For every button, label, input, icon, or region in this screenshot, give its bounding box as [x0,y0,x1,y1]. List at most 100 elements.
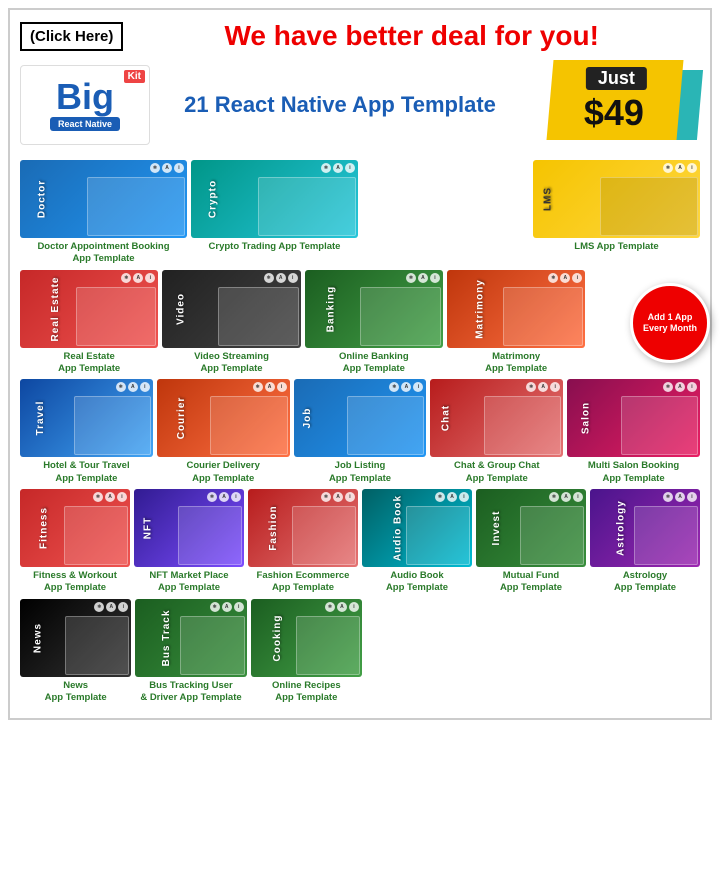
app-title-lms: LMS App Template [574,241,658,253]
app-salon[interactable]: Salon ⚛Ai Multi Salon BookingApp Templat… [567,379,700,485]
app-realestate[interactable]: Real Estate ⚛Ai Real EstateApp Template [20,270,158,376]
app-title-fitness: Fitness & WorkoutApp Template [33,570,117,595]
app-label-chat: Chat [441,405,452,431]
thumb-bg-chat: Chat ⚛Ai [430,379,563,457]
app-title-video: Video StreamingApp Template [194,351,269,376]
app-title-courier: Courier DeliveryApp Template [186,460,259,485]
app-nft[interactable]: NFT ⚛Ai NFT Market PlaceApp Template [134,489,244,595]
app-thumb-travel: Travel ⚛Ai [20,379,153,457]
app-title-bustrack: Bus Tracking User& Driver App Template [140,680,241,705]
thumb-bg-astrology: Astrology ⚛Ai [590,489,700,567]
app-label-lms: LMS [543,187,554,211]
app-thumb-courier: Courier ⚛Ai [157,379,290,457]
app-matrimony[interactable]: Matrimony ⚛Ai MatrimonyApp Template [447,270,585,376]
app-thumb-news: News ⚛Ai [20,599,131,677]
header-row: (Click Here) We have better deal for you… [20,20,700,52]
promo-row: Kit Big React Native 21 React Native App… [20,60,700,150]
thumb-bg-cooking: Cooking ⚛Ai [251,599,362,677]
app-thumb-video: Video ⚛Ai [162,270,300,348]
app-banking[interactable]: Banking ⚛Ai Online BankingApp Template [305,270,443,376]
app-thumb-realestate: Real Estate ⚛Ai [20,270,158,348]
app-doctor[interactable]: Doctor ⚛Ai Doctor Appointment BookingApp… [20,160,187,266]
app-label-invest: Invest [491,511,502,546]
app-courier[interactable]: Courier ⚛Ai Courier DeliveryApp Template [157,379,290,485]
app-lms[interactable]: LMS ⚛Ai LMS App Template [533,160,700,253]
app-thumb-job: Job ⚛Ai [294,379,427,457]
app-job[interactable]: Job ⚛Ai Job ListingApp Template [294,379,427,485]
app-thumb-invest: Invest ⚛Ai [476,489,586,567]
app-cooking[interactable]: Cooking ⚛Ai Online RecipesApp Template [251,599,362,705]
thumb-bg-salon: Salon ⚛Ai [567,379,700,457]
app-thumb-matrimony: Matrimony ⚛Ai [447,270,585,348]
thumb-bg-travel: Travel ⚛Ai [20,379,153,457]
thumb-bg-matrimony: Matrimony ⚛Ai [447,270,585,348]
app-title-doctor: Doctor Appointment BookingApp Template [37,241,169,266]
app-thumb-crypto: Crypto ⚛Ai [191,160,358,238]
app-chat[interactable]: Chat ⚛Ai Chat & Group ChatApp Template [430,379,563,485]
app-invest[interactable]: Invest ⚛Ai Mutual FundApp Template [476,489,586,595]
app-label-video: Video [176,293,187,325]
thumb-bg-doctor: Doctor ⚛Ai [20,160,187,238]
app-news[interactable]: News ⚛Ai NewsApp Template [20,599,131,705]
app-fitness[interactable]: Fitness ⚛Ai Fitness & WorkoutApp Templat… [20,489,130,595]
app-video[interactable]: Video ⚛Ai Video StreamingApp Template [162,270,300,376]
app-thumb-salon: Salon ⚛Ai [567,379,700,457]
thumb-bg-courier: Courier ⚛Ai [157,379,290,457]
app-travel[interactable]: Travel ⚛Ai Hotel & Tour TravelApp Templa… [20,379,153,485]
thumb-bg-crypto: Crypto ⚛Ai [191,160,358,238]
app-label-job: Job [301,408,312,429]
click-here-label[interactable]: (Click Here) [20,22,123,51]
thumb-bg-news: News ⚛Ai [20,599,131,677]
app-thumb-fitness: Fitness ⚛Ai [20,489,130,567]
bigkit-logo: Kit Big React Native [20,65,150,145]
app-title-audiobook: Audio BookApp Template [386,570,448,595]
app-title-invest: Mutual FundApp Template [500,570,562,595]
app-label-doctor: Doctor [37,180,48,218]
app-label-nft: NFT [143,517,154,539]
app-title-travel: Hotel & Tour TravelApp Template [43,460,129,485]
app-title-job: Job ListingApp Template [329,460,391,485]
app-title-banking: Online BankingApp Template [339,351,409,376]
app-label-fashion: Fashion [268,505,279,550]
thumb-bg-audiobook: Audio Book ⚛Ai [362,489,472,567]
app-audiobook[interactable]: Audio Book ⚛Ai Audio BookApp Template [362,489,472,595]
app-thumb-doctor: Doctor ⚛Ai [20,160,187,238]
app-title-nft: NFT Market PlaceApp Template [149,570,228,595]
app-title-news: NewsApp Template [45,680,107,705]
app-label-news: News [33,623,44,653]
app-title-salon: Multi Salon BookingApp Template [588,460,679,485]
app-label-astrology: Astrology [615,500,626,556]
template-count: 21 React Native App Template [150,92,530,118]
app-crypto[interactable]: Crypto ⚛Ai Crypto Trading App Template [191,160,358,253]
app-bustrack[interactable]: Bus Track ⚛Ai Bus Tracking User& Driver … [135,599,246,705]
app-title-astrology: AstrologyApp Template [614,570,676,595]
app-thumb-audiobook: Audio Book ⚛Ai [362,489,472,567]
app-label-crypto: Crypto [208,180,219,218]
app-label-banking: Banking [325,285,336,331]
app-thumb-bustrack: Bus Track ⚛Ai [135,599,246,677]
thumb-bg-lms: LMS ⚛Ai [533,160,700,238]
app-astrology[interactable]: Astrology ⚛Ai AstrologyApp Template [590,489,700,595]
thumb-bg-realestate: Real Estate ⚛Ai [20,270,158,348]
big-text: Big [56,79,114,115]
thumb-bg-fitness: Fitness ⚛Ai [20,489,130,567]
thumb-bg-invest: Invest ⚛Ai [476,489,586,567]
app-title-fashion: Fashion EcommerceApp Template [257,570,350,595]
app-thumb-chat: Chat ⚛Ai [430,379,563,457]
row-1: Doctor ⚛Ai Doctor Appointment BookingApp… [20,160,700,266]
main-container: (Click Here) We have better deal for you… [8,8,712,720]
app-thumb-cooking: Cooking ⚛Ai [251,599,362,677]
thumb-bg-nft: NFT ⚛Ai [134,489,244,567]
app-label-travel: Travel [35,401,46,436]
app-title-matrimony: MatrimonyApp Template [485,351,547,376]
row-2: Real Estate ⚛Ai Real EstateApp Template … [20,270,700,376]
app-label-audiobook: Audio Book [393,495,404,561]
app-thumb-lms: LMS ⚛Ai [533,160,700,238]
row-3: Travel ⚛Ai Hotel & Tour TravelApp Templa… [20,379,700,485]
app-fashion[interactable]: Fashion ⚛Ai Fashion EcommerceApp Templat… [248,489,358,595]
app-thumb-banking: Banking ⚛Ai [305,270,443,348]
app-label-fitness: Fitness [39,507,50,549]
thumb-bg-bustrack: Bus Track ⚛Ai [135,599,246,677]
app-label-salon: Salon [581,402,592,434]
app-label-matrimony: Matrimony [474,279,485,339]
